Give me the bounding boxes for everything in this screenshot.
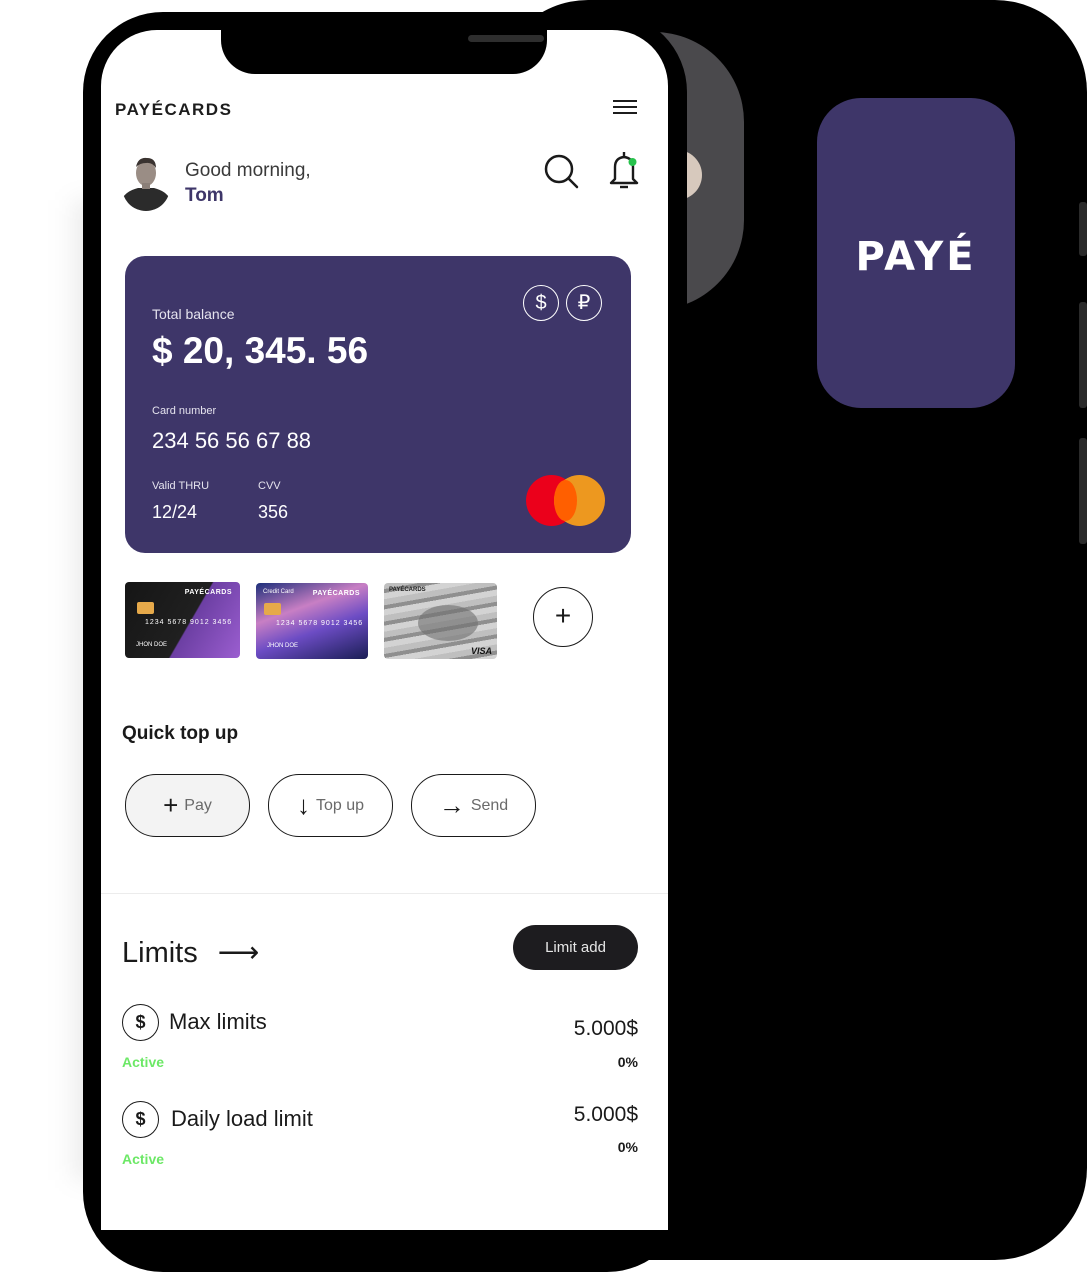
limits-title-text: Limits xyxy=(122,937,198,969)
limit-status: Active xyxy=(122,1054,165,1070)
avatar[interactable] xyxy=(122,151,170,211)
mini-card-holder: JHON DOE xyxy=(136,642,168,648)
cvv-value: 356 xyxy=(258,502,289,522)
mini-card[interactable]: PAYÉCARDS 1234 5678 9012 3456 JHON DOE xyxy=(125,582,240,658)
phone-notch xyxy=(221,30,547,74)
brand-logo: PAYÉCARDS xyxy=(115,100,233,119)
arrow-down-icon: ↓ xyxy=(296,790,310,820)
mini-card-logo: PAYÉCARDS xyxy=(312,590,360,597)
limit-add-button[interactable]: Limit add xyxy=(513,925,638,970)
dollar-icon: $ xyxy=(122,1004,159,1041)
limit-name: Daily load limit xyxy=(171,1106,313,1131)
chip-icon xyxy=(264,603,281,615)
mini-card-number: 1234 5678 9012 3456 xyxy=(145,619,233,626)
dollar-icon: $ xyxy=(122,1101,159,1138)
arrow-right-icon: → xyxy=(438,790,465,820)
side-button xyxy=(1079,202,1087,256)
visa-logo: VISA xyxy=(470,646,492,656)
mini-card[interactable]: PAYÉCARDS VISA xyxy=(384,583,497,659)
side-button xyxy=(1079,302,1087,408)
valid-thru-label: Valid THRU xyxy=(152,480,210,492)
chip-icon xyxy=(137,602,154,614)
limit-amount: 5.000$ xyxy=(573,1103,638,1126)
section-divider xyxy=(101,893,668,894)
mini-card[interactable]: Credit Card PAYÉCARDS 1234 5678 9012 345… xyxy=(256,583,368,659)
balance-value: $ 20, 345. 56 xyxy=(152,330,369,371)
top-up-button[interactable]: ↓ Top up xyxy=(268,774,393,837)
plus-icon: + xyxy=(163,790,179,820)
user-name: Tom xyxy=(185,185,224,206)
pay-label: Pay xyxy=(184,796,212,814)
card-number-value: 234 56 56 67 88 xyxy=(152,428,312,453)
mini-card-type: Credit Card xyxy=(263,589,294,595)
mini-card-holder: JHON DOE xyxy=(267,643,299,649)
send-label: Send xyxy=(470,796,509,814)
mini-card-logo: PAYÉCARDS xyxy=(184,589,232,596)
balance-label: Total balance xyxy=(152,306,235,322)
side-button xyxy=(1079,438,1087,544)
currency-rub-button[interactable]: ₽ xyxy=(566,285,602,321)
mini-card-artwork xyxy=(418,605,478,641)
currency-usd-button[interactable]: $ xyxy=(523,285,559,321)
limit-percent: 0% xyxy=(617,1054,638,1070)
limits-title[interactable]: Limits ⟶ xyxy=(122,935,259,970)
mini-card-number: 1234 5678 9012 3456 xyxy=(276,620,364,627)
mini-card-logo: PAYÉCARDS xyxy=(389,587,426,593)
notification-bell-icon[interactable] xyxy=(606,150,642,190)
limit-status: Active xyxy=(122,1151,165,1167)
top-up-label: Top up xyxy=(315,796,365,814)
balance-card[interactable]: Total balance $ 20, 345. 56 $ ₽ Card num… xyxy=(125,256,631,553)
phone-screen: PAYÉCARDS Good morning, Tom Total balanc… xyxy=(101,30,668,1230)
back-phone-logo: PAYÉ xyxy=(855,234,977,280)
arrow-right-icon: ⟶ xyxy=(217,937,260,969)
card-number-label: Card number xyxy=(152,405,217,417)
cvv-label: CVV xyxy=(258,480,281,492)
mastercard-logo-icon xyxy=(554,480,577,521)
valid-thru-value: 12/24 xyxy=(152,502,198,522)
search-icon[interactable] xyxy=(543,153,579,189)
speaker-grille xyxy=(468,35,544,42)
limit-amount: 5.000$ xyxy=(573,1017,638,1040)
add-card-button[interactable]: + xyxy=(533,587,593,647)
limit-name: Max limits xyxy=(169,1009,267,1034)
back-phone-card: PAYÉ xyxy=(817,98,1015,408)
hamburger-menu-icon[interactable] xyxy=(613,100,637,114)
pay-button[interactable]: + Pay xyxy=(125,774,250,837)
send-button[interactable]: → Send xyxy=(411,774,536,837)
quick-top-up-title: Quick top up xyxy=(122,723,239,744)
limit-percent: 0% xyxy=(617,1139,638,1155)
greeting-text: Good morning, xyxy=(185,160,311,181)
